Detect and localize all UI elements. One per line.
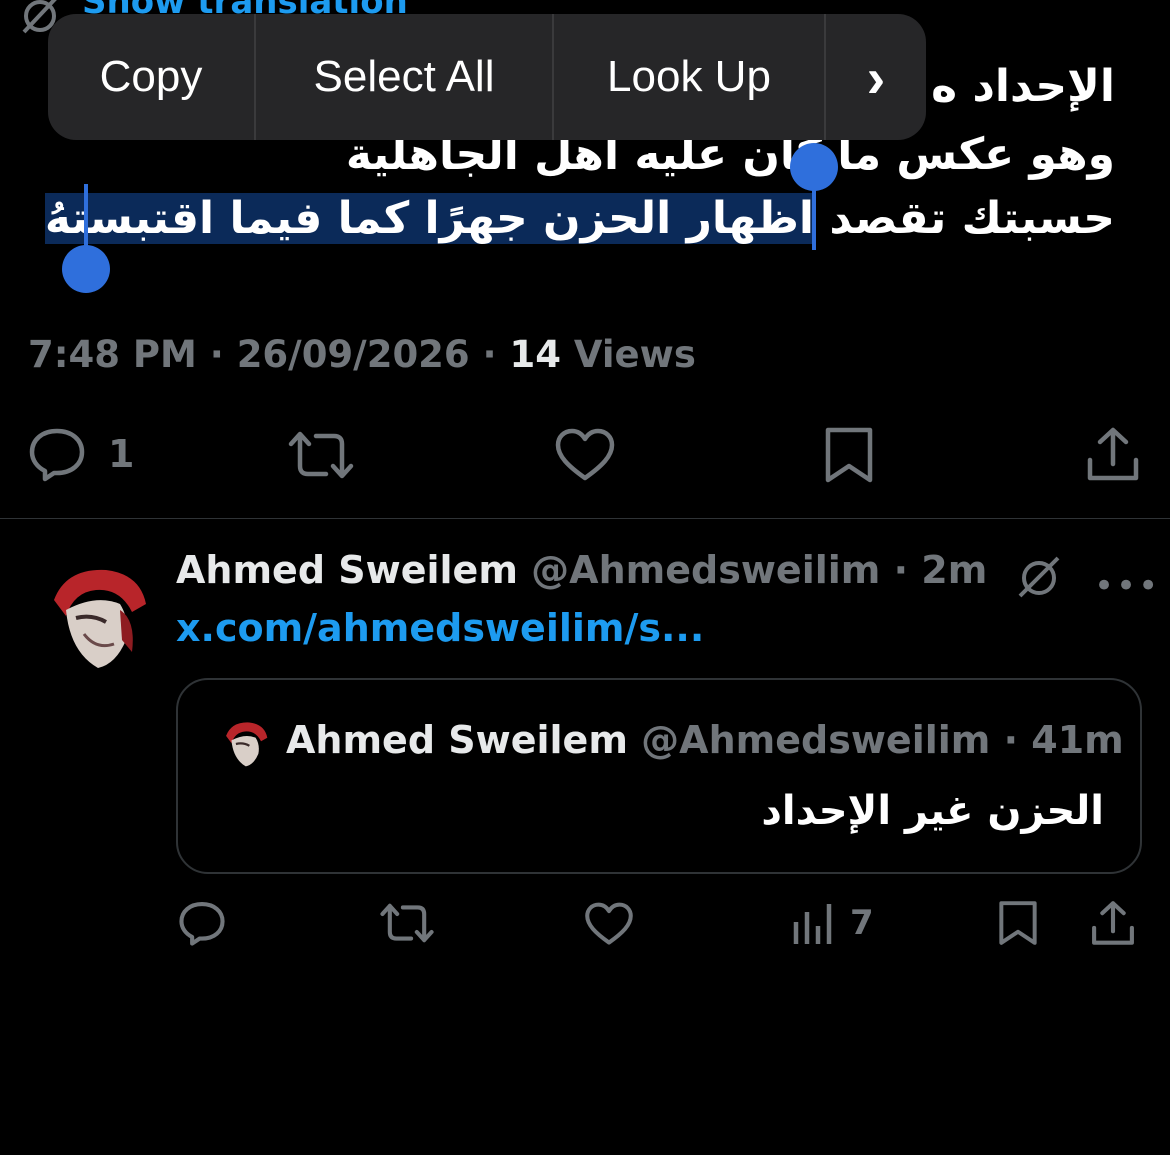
- analytics-icon: [793, 904, 832, 944]
- tweet-date: 26/09/2026: [236, 333, 470, 376]
- quoted-post-text: الحزن غير الإحداد: [761, 788, 1104, 834]
- selection-end-handle[interactable]: [790, 143, 838, 191]
- text-context-menu: Copy Select All Look Up ›: [48, 14, 926, 140]
- reply-count: 1: [108, 432, 135, 476]
- selected-text[interactable]: اظهار الحزن جهرًا كما فيما اقتبستهُ: [44, 193, 815, 244]
- heart-icon: [555, 428, 615, 481]
- avatar[interactable]: [36, 560, 152, 676]
- share-icon: [1092, 901, 1134, 945]
- more-menu-arrow[interactable]: ›: [826, 14, 926, 140]
- repost-icon: [288, 431, 354, 479]
- quoted-post-age: 41m: [1031, 718, 1124, 762]
- reply-author-line: Ahmed Sweilem @Ahmedsweilim · 2m: [176, 548, 988, 592]
- views-count: 14: [509, 333, 562, 376]
- bookmark-icon: [999, 901, 1037, 945]
- bookmark-button[interactable]: [824, 426, 874, 484]
- author-handle[interactable]: @Ahmedsweilim: [531, 548, 880, 592]
- author-name[interactable]: Ahmed Sweilem: [176, 548, 518, 592]
- reply-icon: [179, 902, 225, 946]
- copy-menu-item[interactable]: Copy: [48, 14, 256, 140]
- repost-button[interactable]: [380, 902, 434, 944]
- quoted-author-line: Ahmed Sweilem @Ahmedsweilim · 41m: [286, 718, 1124, 762]
- reply-button[interactable]: [178, 900, 226, 946]
- tweet-text-line-1: الإحداد ه: [931, 61, 1115, 112]
- look-up-menu-item[interactable]: Look Up: [554, 14, 826, 140]
- share-button[interactable]: [1086, 426, 1140, 482]
- views-label[interactable]: Views: [574, 333, 696, 376]
- reply-icon: [29, 428, 85, 482]
- views-count: 7: [850, 903, 874, 943]
- quoted-author-handle: @Ahmedsweilim: [641, 718, 991, 762]
- tweet-time: 7:48 PM: [28, 333, 197, 376]
- selection-start-handle[interactable]: [62, 245, 110, 293]
- quoted-author-name: Ahmed Sweilem: [286, 718, 628, 762]
- select-all-menu-item[interactable]: Select All: [256, 14, 554, 140]
- tweet-text-line-3: حسبتك تقصد اظهار الحزن جهرًا كما فيما اق…: [44, 190, 1115, 248]
- more-options-icon[interactable]: •••: [1094, 566, 1160, 606]
- divider: [0, 518, 1170, 519]
- bookmark-button[interactable]: [998, 900, 1038, 946]
- quoted-post[interactable]: Ahmed Sweilem @Ahmedsweilim · 41m الحزن …: [176, 678, 1142, 874]
- grok-icon[interactable]: [1014, 552, 1064, 606]
- like-button[interactable]: [584, 902, 634, 946]
- like-button[interactable]: [554, 428, 616, 482]
- views-button[interactable]: 7: [792, 900, 874, 946]
- share-icon: [1087, 427, 1139, 481]
- heart-icon: [585, 902, 633, 945]
- bookmark-icon: [825, 427, 873, 483]
- avatar: [218, 718, 270, 770]
- post-age: 2m: [921, 548, 988, 592]
- reply-button[interactable]: 1: [28, 426, 134, 482]
- repost-button[interactable]: [288, 430, 354, 480]
- reply-link[interactable]: x.com/ahmedsweilim/s...: [176, 606, 704, 650]
- share-button[interactable]: [1090, 900, 1136, 946]
- tweet-meta: 7:48 PM · 26/09/2026 · 14 Views: [28, 333, 696, 376]
- repost-icon: [380, 903, 434, 943]
- tweet-text-plain: حسبتك تقصد: [814, 193, 1115, 244]
